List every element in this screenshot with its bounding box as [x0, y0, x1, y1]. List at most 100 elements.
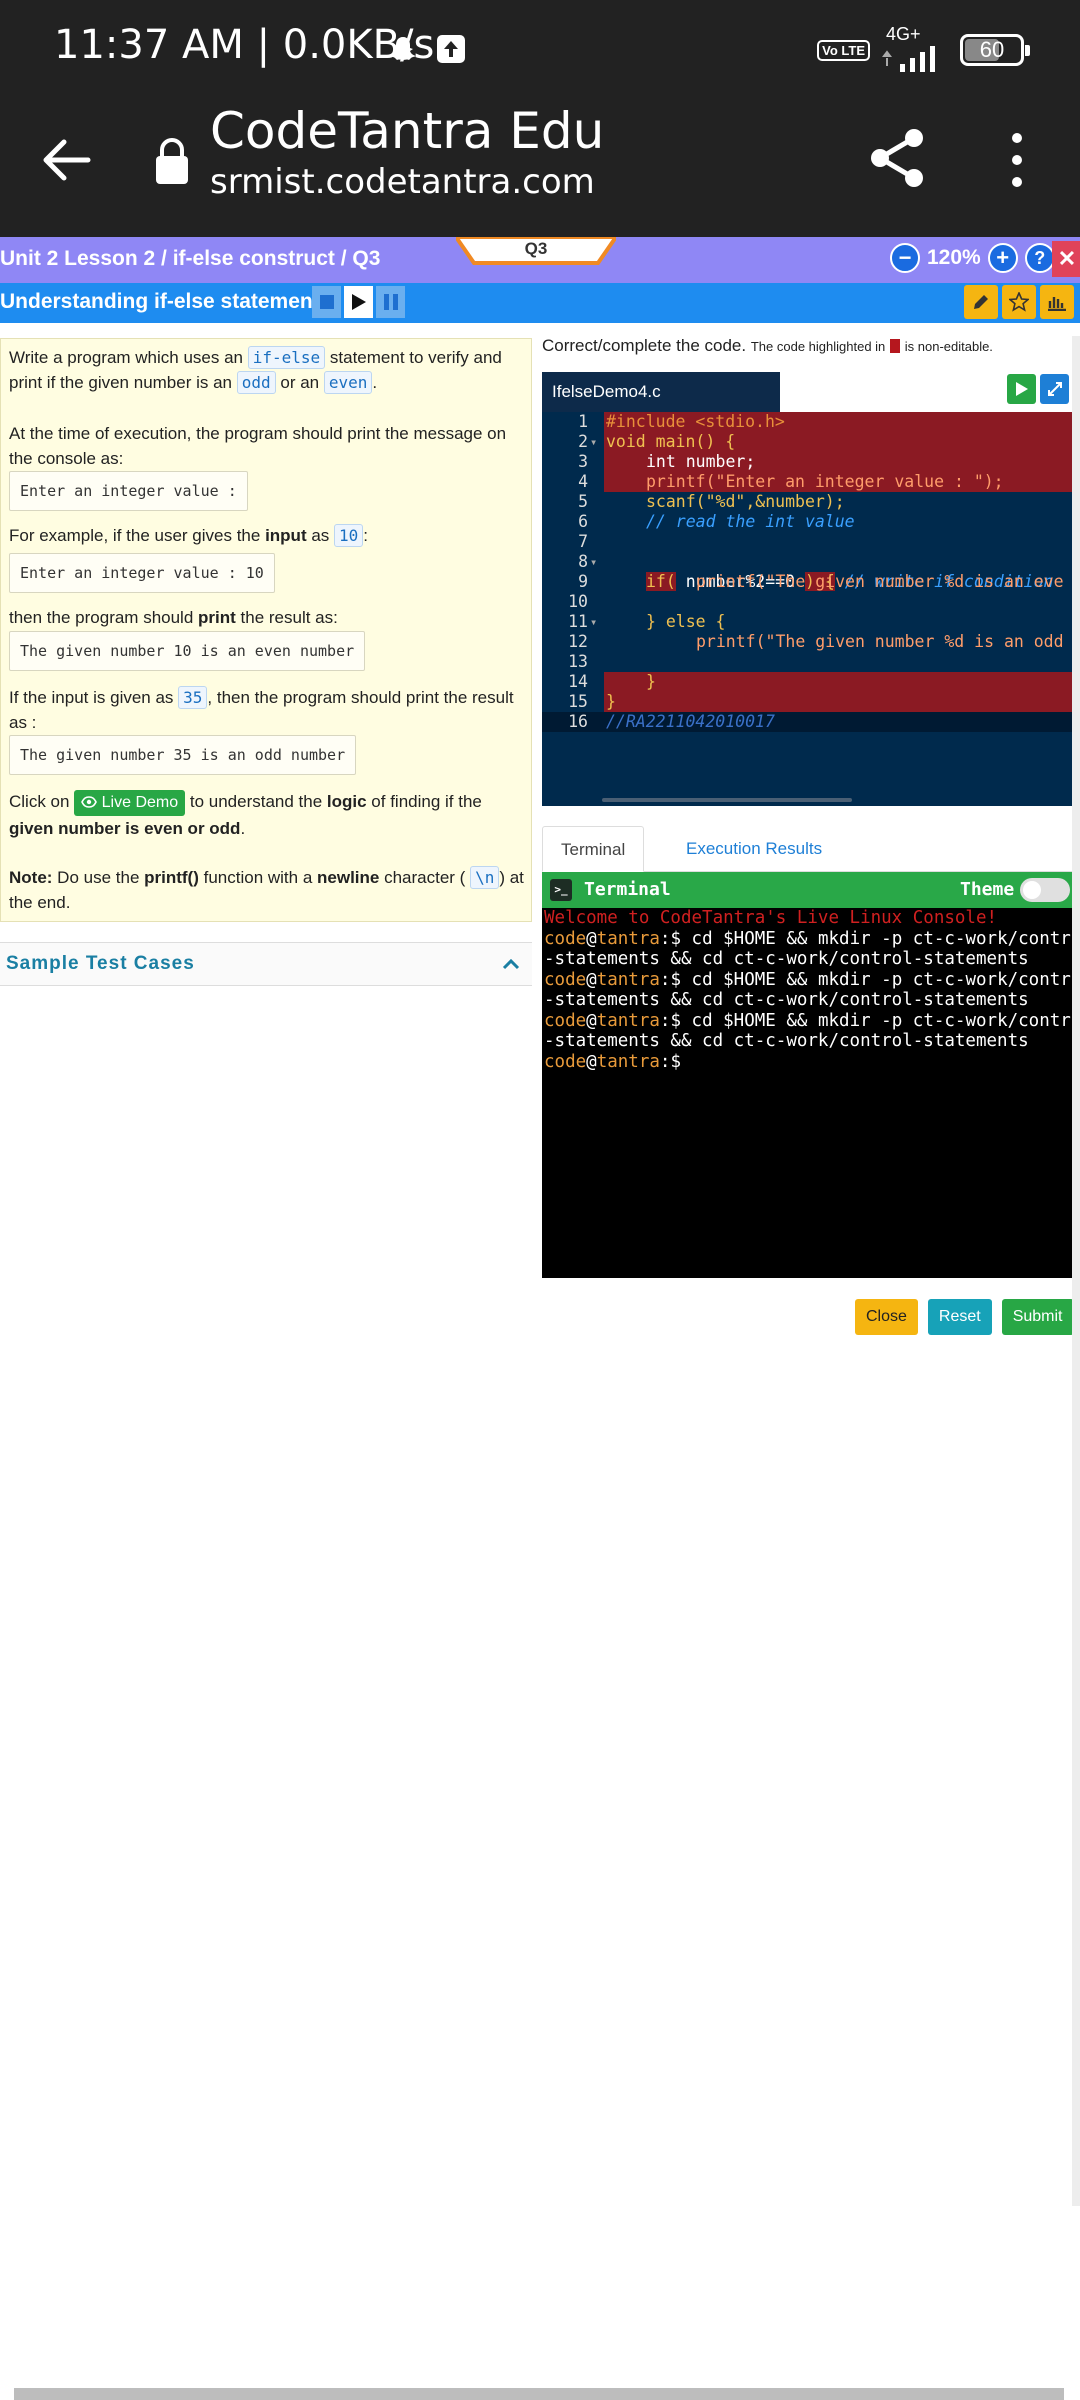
stats-button[interactable] — [1040, 285, 1074, 319]
code-line: 10 — [568, 592, 588, 611]
action-buttons: Close Reset Submit — [855, 1299, 1074, 1335]
back-arrow-icon[interactable] — [38, 132, 94, 188]
code-token: if-else — [247, 346, 326, 369]
site-title: CodeTantra Edu — [210, 102, 605, 160]
lesson-title: Understanding if-else statement — [0, 290, 320, 313]
submit-button[interactable]: Submit — [1001, 1299, 1074, 1335]
code-token: odd — [236, 371, 276, 394]
zoom-out-button[interactable]: − — [890, 243, 920, 273]
url-text[interactable]: srmist.codetantra.com — [210, 162, 595, 202]
pause-button[interactable] — [376, 286, 405, 318]
problem-paragraph-2: At the time of execution, the program sh… — [9, 424, 507, 468]
problem-paragraph-5: If the input is given as 35, then the pr… — [9, 686, 514, 732]
terminal-line: -statements && cd ct-c-work/control-stat… — [544, 949, 1029, 969]
sample-output-box: The given number 35 is an odd number — [9, 735, 357, 775]
battery-level: 60 — [979, 37, 1005, 62]
share-icon[interactable] — [866, 126, 930, 190]
upload-icon — [437, 35, 465, 63]
terminal-prompt: code@tantra:$ — [544, 1051, 681, 1072]
play-button[interactable] — [344, 286, 373, 318]
problem-paragraph-4: then the program should print the result… — [9, 608, 338, 627]
terminal-line: code@tantra:$ cd $HOME && mkdir -p ct-c-… — [544, 928, 1076, 949]
tab-terminal[interactable]: Terminal — [542, 826, 645, 872]
code-line: 5 scanf("%d",&number); — [578, 492, 845, 511]
snapchat-icon — [390, 37, 416, 60]
code-line: 8 ▾ if( number%2==0 ) { // write if condi… — [578, 552, 1054, 591]
code-line-active: 16//RA2211042010017 — [542, 712, 1076, 732]
network-type: 4G+ — [886, 24, 921, 44]
readonly-swatch — [890, 339, 901, 353]
terminal-header: >_ Terminal Theme — [542, 872, 1076, 908]
zoom-in-button[interactable]: + — [987, 243, 1018, 273]
sample-output-box: Enter an integer value : — [9, 471, 248, 511]
status-time: 11:37 AM | 0.0KB/s — [54, 22, 435, 68]
code-token: 35 — [178, 686, 208, 709]
terminal-output[interactable]: Welcome to CodeTantra's Live Linux Conso… — [542, 908, 1076, 1278]
code-line: 6// read the int value — [578, 512, 855, 531]
code-line: 11 ▾} else { — [568, 612, 726, 631]
code-line: 3 int number; — [578, 452, 756, 471]
sample-input-box: Enter an integer value : 10 — [9, 553, 275, 593]
play-icon — [1015, 382, 1028, 396]
problem-paragraph-1: Write a program which uses an if-else st… — [9, 346, 502, 394]
terminal-icon: >_ — [550, 879, 572, 901]
console-tabs: Terminal Execution Results — [542, 826, 1076, 872]
more-options-icon[interactable] — [1004, 130, 1030, 190]
stop-button[interactable] — [312, 286, 341, 318]
terminal-title: Terminal — [584, 879, 671, 900]
reset-button[interactable]: Reset — [927, 1299, 992, 1335]
problem-statement: Write a program which uses an if-else st… — [0, 338, 532, 922]
bar-chart-icon — [1048, 297, 1066, 311]
edit-button[interactable] — [964, 285, 998, 319]
live-demo-button[interactable]: Live Demo — [74, 790, 186, 816]
code-line: 4 printf("Enter an integer value : "); — [578, 472, 1004, 491]
status-bar: 11:37 AM | 0.0KB/s Vo LTE 4G+ 60 — [0, 0, 1080, 92]
lock-icon[interactable] — [152, 136, 192, 186]
chevron-up-icon[interactable] — [502, 957, 520, 971]
bookmark-button[interactable] — [1002, 285, 1036, 319]
zoom-level: 120% — [927, 246, 981, 269]
question-tab[interactable]: Q3 — [456, 237, 616, 267]
problem-paragraph-6: Click on Live Demo to understand the log… — [9, 790, 482, 838]
code-line: 2 ▾ void main() { — [578, 432, 736, 451]
fullscreen-button[interactable] — [1040, 374, 1069, 404]
code-editor[interactable]: 1 #include <stdio.h> 2 ▾ void main() { 3 int… — [542, 412, 1076, 806]
sample-output-box: The given number 10 is an even number — [9, 631, 366, 671]
code-line: 1 #include <stdio.h> — [578, 412, 785, 431]
problem-paragraph-3: For example, if the user gives the input… — [9, 524, 369, 547]
run-button[interactable] — [1007, 374, 1036, 404]
editor-scrollbar[interactable] — [602, 798, 852, 802]
stop-icon — [319, 295, 334, 309]
terminal-line: code@tantra:$ cd $HOME && mkdir -p ct-c-… — [544, 969, 1076, 990]
code-token: \n — [470, 866, 500, 889]
sample-test-cases-header[interactable]: Sample Test Cases — [0, 942, 532, 986]
page-scrollbar[interactable] — [1072, 336, 1080, 2206]
lesson-title-bar: Understanding if-else statement — [0, 283, 1080, 323]
editor-actions — [1007, 374, 1069, 404]
tab-execution-results[interactable]: Execution Results — [668, 826, 840, 872]
terminal-line: -statements && cd ct-c-work/control-stat… — [544, 1031, 1029, 1051]
battery-icon: 60 — [960, 34, 1030, 66]
theme-toggle[interactable] — [1020, 878, 1070, 902]
zoom-control: − 120% + ? — [890, 243, 1055, 273]
help-button[interactable]: ? — [1024, 243, 1055, 273]
pause-icon — [383, 294, 398, 310]
code-line: 14} — [568, 672, 656, 691]
browser-toolbar: CodeTantra Edu srmist.codetantra.com — [0, 92, 1080, 237]
problem-note: Note: Do use the printf() function with … — [9, 866, 524, 912]
code-line: 15} — [568, 692, 616, 711]
horizontal-scrollbar[interactable] — [14, 2388, 1064, 2400]
close-button[interactable]: Close — [855, 1299, 918, 1335]
signal-icon: 4G+ — [880, 24, 950, 72]
breadcrumb[interactable]: Unit 2 Lesson 2 / if-else construct / Q3 — [0, 247, 380, 271]
code-line: 13 — [568, 652, 588, 671]
code-token: 10 — [334, 524, 364, 547]
question-tab-label: Q3 — [524, 239, 548, 258]
close-icon[interactable]: ✕ — [1052, 241, 1080, 277]
terminal-line: -statements && cd ct-c-work/control-stat… — [544, 990, 1029, 1010]
file-tab[interactable]: IfelseDemo4.c — [542, 372, 780, 412]
eye-icon — [81, 796, 98, 808]
theme-label: Theme — [960, 879, 1015, 900]
expand-icon — [1047, 382, 1062, 396]
star-icon — [1009, 292, 1029, 312]
